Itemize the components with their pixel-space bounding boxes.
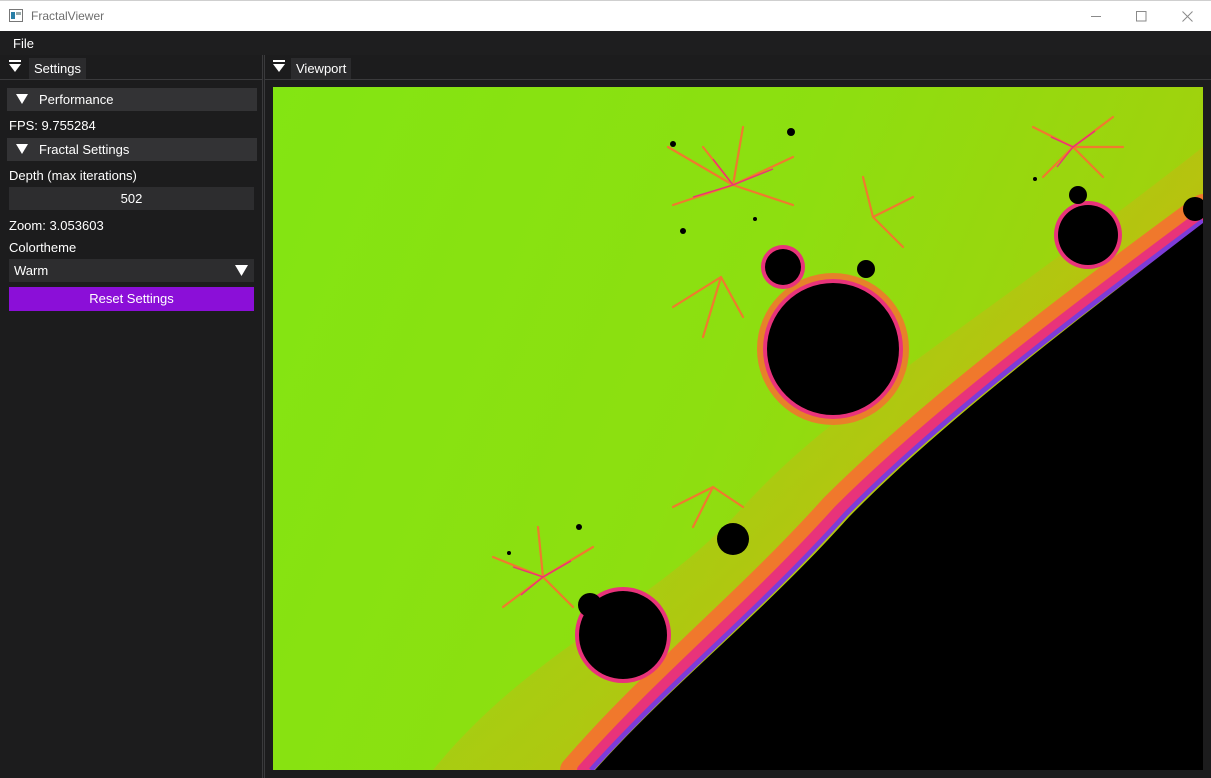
performance-header[interactable]: Performance xyxy=(7,88,257,111)
minimize-icon xyxy=(1090,15,1101,17)
menu-bar: File xyxy=(0,31,1211,55)
colortheme-label: Colortheme xyxy=(9,240,77,255)
app-icon xyxy=(9,9,23,22)
window-title: FractalViewer xyxy=(31,9,105,23)
collapse-triangle-icon xyxy=(16,144,28,154)
zoom-readout: Zoom: 3.053603 xyxy=(9,218,104,233)
menu-file[interactable]: File xyxy=(13,36,34,51)
settings-panel: Settings Performance FPS: 9.755284 Fract… xyxy=(0,55,263,778)
tab-viewport[interactable]: Viewport xyxy=(291,58,352,79)
fps-readout: FPS: 9.755284 xyxy=(9,118,96,133)
collapse-triangle-icon[interactable] xyxy=(9,60,21,73)
viewport-tab-bar: Viewport xyxy=(265,55,1211,80)
fractal-settings-header[interactable]: Fractal Settings xyxy=(7,138,257,161)
collapse-triangle-icon xyxy=(16,94,28,104)
dropdown-arrow-icon xyxy=(235,265,248,276)
depth-input[interactable]: 502 xyxy=(9,187,254,210)
title-bar: FractalViewer xyxy=(0,0,1211,31)
colortheme-value: Warm xyxy=(14,263,49,278)
viewport-panel: Viewport xyxy=(264,55,1211,778)
minimize-button[interactable] xyxy=(1073,1,1119,31)
close-icon xyxy=(1181,10,1193,22)
tab-settings[interactable]: Settings xyxy=(29,58,86,79)
fractal-settings-header-label: Fractal Settings xyxy=(39,142,130,157)
fractal-image xyxy=(273,87,1203,770)
colortheme-select[interactable]: Warm xyxy=(9,259,254,282)
reset-settings-button[interactable]: Reset Settings xyxy=(9,287,254,311)
collapse-triangle-icon[interactable] xyxy=(273,60,285,73)
fractal-viewport[interactable] xyxy=(273,87,1203,770)
depth-label: Depth (max iterations) xyxy=(9,168,137,183)
settings-tab-bar: Settings xyxy=(0,55,262,80)
performance-header-label: Performance xyxy=(39,92,114,107)
maximize-button[interactable] xyxy=(1118,1,1164,31)
maximize-icon xyxy=(1135,10,1146,21)
close-button[interactable] xyxy=(1164,1,1210,31)
